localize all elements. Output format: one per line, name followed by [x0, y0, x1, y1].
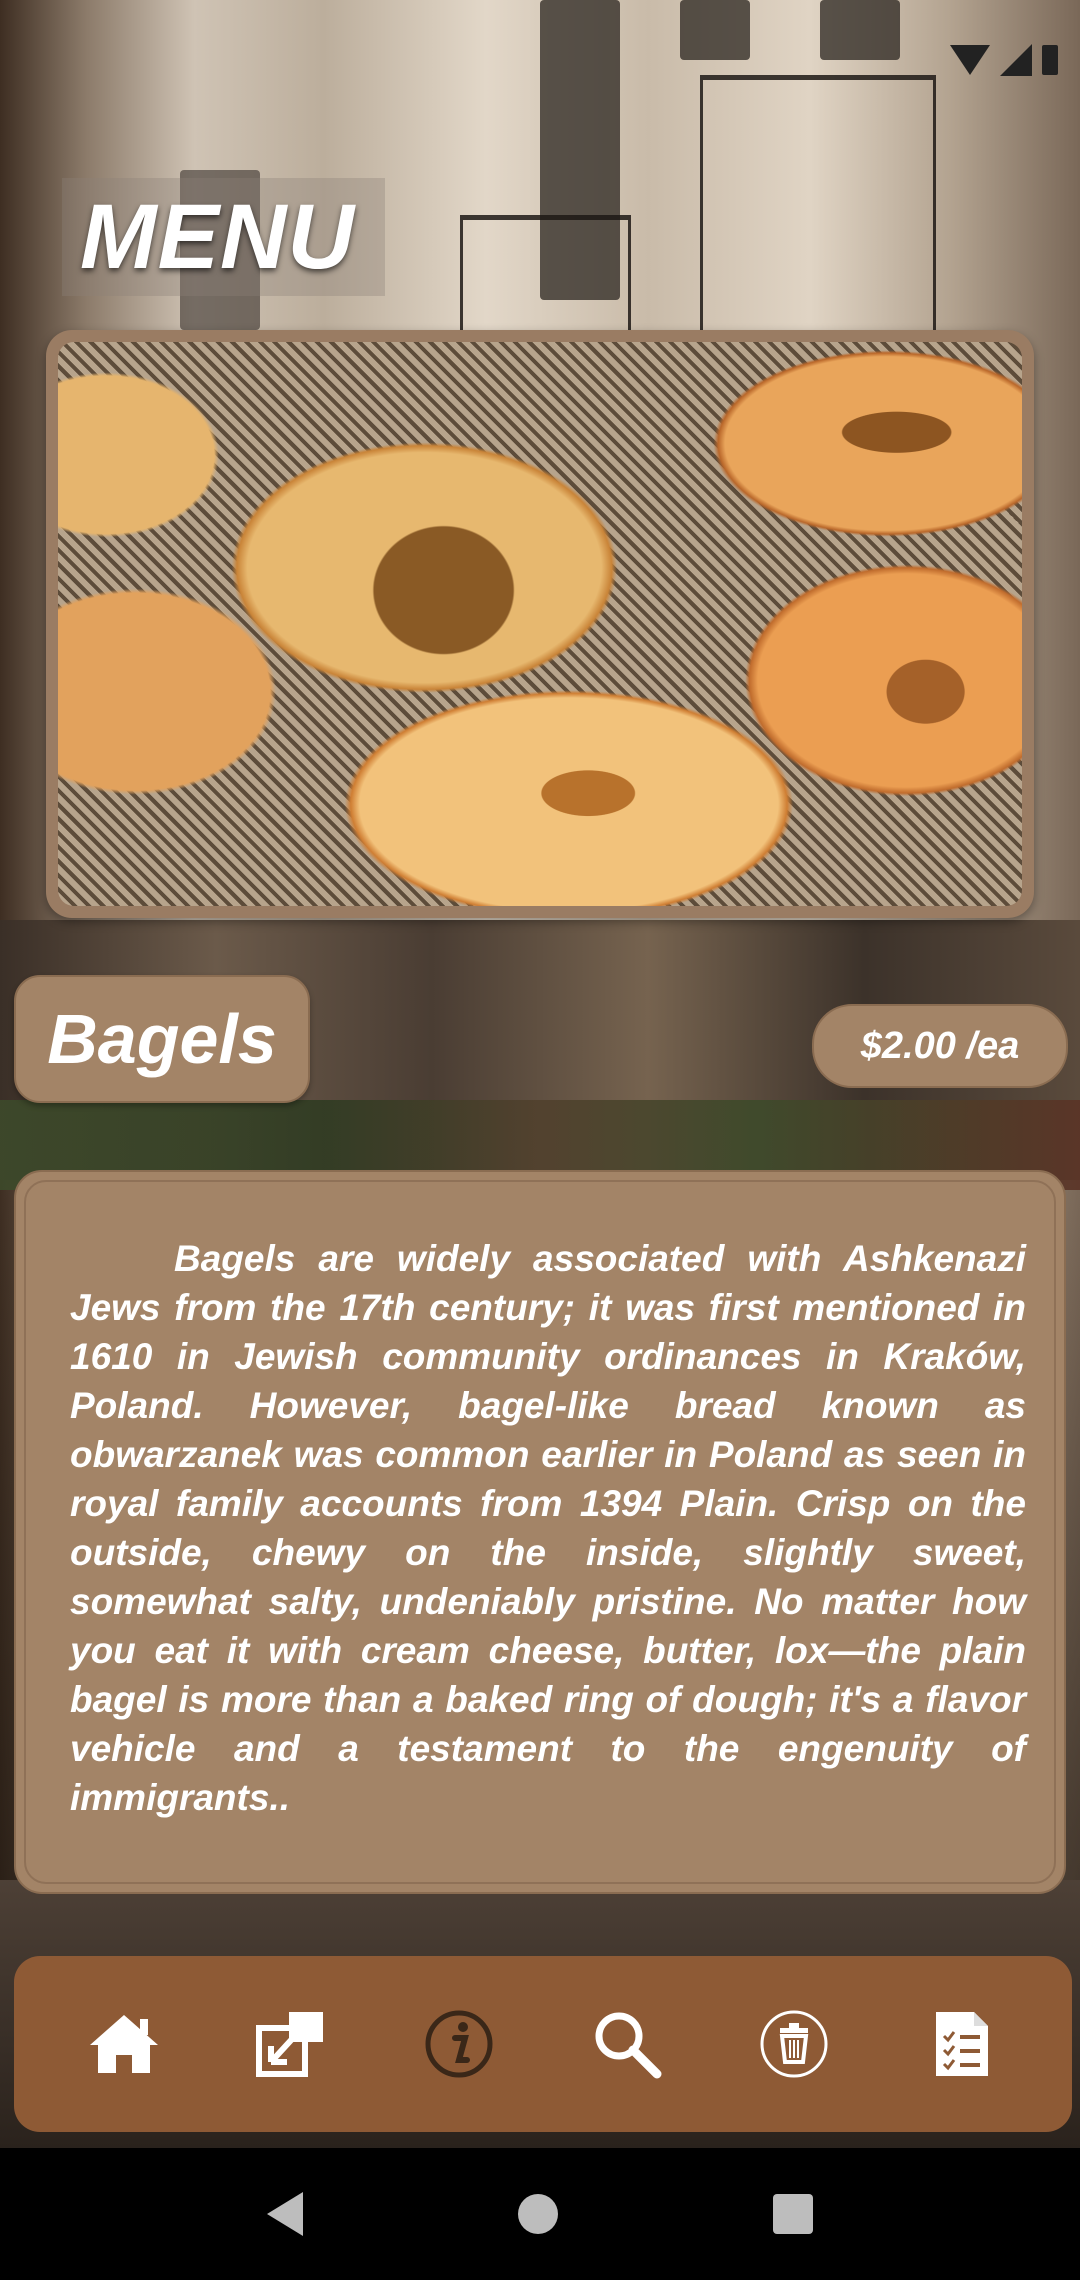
wifi-icon: [950, 45, 990, 75]
bagel-photo: [58, 342, 1022, 906]
item-price: $2.00 /ea: [812, 1004, 1068, 1088]
bottom-navbar: [14, 1956, 1072, 2132]
back-icon[interactable]: [267, 2192, 304, 2236]
recents-icon[interactable]: [772, 2194, 813, 2234]
open-external-button[interactable]: [246, 1999, 336, 2089]
status-bar: [950, 44, 1058, 76]
description-card: Bagels are widely associated with Ashken…: [14, 1170, 1066, 1894]
order-list-button[interactable]: [917, 1999, 1007, 2089]
system-navigation-bar: [0, 2148, 1080, 2280]
trash-icon: [760, 2010, 828, 2078]
search-button[interactable]: [582, 1999, 672, 2089]
home-button[interactable]: [79, 1999, 169, 2089]
delete-button[interactable]: [749, 1999, 839, 2089]
info-button[interactable]: [414, 1999, 504, 2089]
search-icon: [595, 2012, 662, 2079]
battery-icon: [1042, 45, 1058, 75]
external-link-icon: [256, 2012, 324, 2077]
item-photo-frame: [46, 330, 1034, 918]
home-circle-icon[interactable]: [517, 2194, 558, 2234]
item-description: Bagels are widely associated with Ashken…: [70, 1238, 1026, 1818]
item-name: Bagels: [14, 975, 310, 1103]
order-list-icon: [936, 2012, 989, 2076]
home-icon: [89, 2015, 158, 2073]
info-icon: [425, 2010, 493, 2078]
cell-signal-icon: [1000, 44, 1032, 76]
page-title: MENU: [62, 178, 385, 296]
